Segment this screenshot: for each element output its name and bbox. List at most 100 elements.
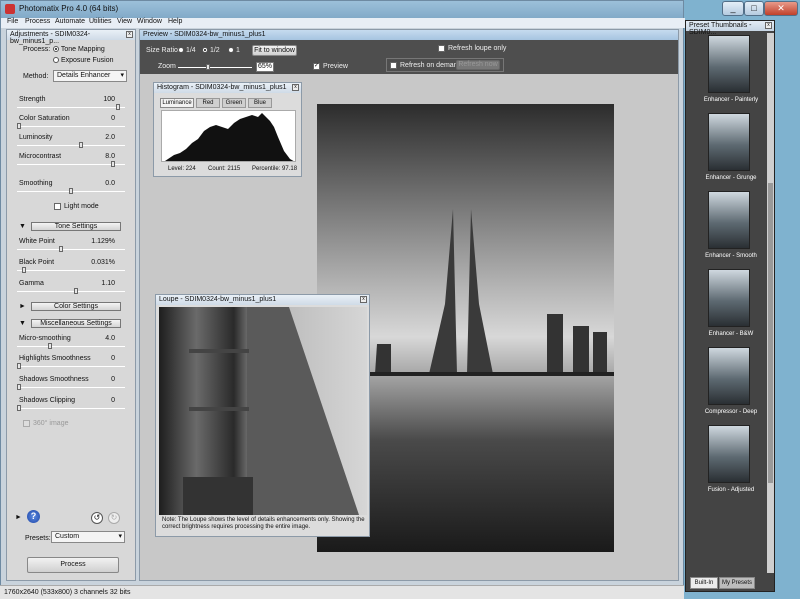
adjustments.sliders-track-3[interactable] <box>17 164 125 165</box>
zoom-value[interactable]: 65% <box>256 62 274 72</box>
adjustments.tone_sliders-thumb-1[interactable] <box>22 267 27 273</box>
adjustments.misc_sliders-thumb-3[interactable] <box>17 405 21 411</box>
scrollbar-thumb[interactable] <box>768 183 773 483</box>
adjustments.misc_sliders-track-1[interactable] <box>17 366 125 367</box>
zoom-thumb[interactable] <box>206 64 210 70</box>
histogram-tab-blue[interactable]: Blue <box>248 98 272 108</box>
image-360-checkbox[interactable] <box>23 420 30 427</box>
process-option-exposure-fusion[interactable]: Exposure Fusion <box>53 57 113 64</box>
size-ratio-quarter[interactable]: 1/4 <box>178 47 196 54</box>
adjustments.sliders-track-0[interactable] <box>17 107 125 108</box>
size-ratio-full[interactable]: 1 <box>228 47 240 54</box>
histogram-count: Count: 2115 <box>208 166 241 172</box>
presets-panel-close-icon[interactable]: x <box>765 22 772 29</box>
adjustments-close-icon[interactable]: x <box>126 31 133 38</box>
expand-arrow-icon[interactable]: ► <box>15 514 22 521</box>
menu-file[interactable]: File <box>7 18 18 25</box>
adjustments.tone_sliders-thumb-2[interactable] <box>74 288 79 294</box>
adjustments.tone_sliders-track-1[interactable] <box>17 270 125 271</box>
histogram-tab-luminance[interactable]: Luminance <box>160 98 194 108</box>
loupe-scene-svg <box>183 307 359 515</box>
color-settings-button[interactable]: Color Settings <box>31 302 121 311</box>
histogram-percentile: Percentile: 97.18 <box>252 166 298 172</box>
image-360-label: 360° image <box>33 420 69 427</box>
adjustments.sliders-thumb-0[interactable] <box>115 104 120 110</box>
zoom-track[interactable] <box>178 67 252 68</box>
preset-thumbnail-1[interactable] <box>708 113 750 171</box>
menu-process[interactable]: Process <box>25 18 50 25</box>
close-button[interactable]: ✕ <box>764 1 798 16</box>
preset-thumbnail-2[interactable] <box>708 191 750 249</box>
presets-tab-my-presets[interactable]: My Presets <box>719 577 755 589</box>
refresh-now-button[interactable]: Refresh now <box>456 60 500 70</box>
preset-thumbnail-3[interactable] <box>708 269 750 327</box>
preset-thumbnail-0[interactable] <box>708 35 750 93</box>
adjustments.sliders-track-1[interactable] <box>17 126 125 127</box>
refresh-loupe-checkbox[interactable] <box>438 45 445 52</box>
adjustments.sliders-thumb-4[interactable] <box>69 188 73 194</box>
presets-scrollbar[interactable] <box>767 33 774 573</box>
histogram-tab-green[interactable]: Green <box>222 98 246 108</box>
method-select[interactable]: Details Enhancer ▾ <box>53 70 127 82</box>
adjustments.tone_sliders-track-2[interactable] <box>17 291 125 292</box>
loupe-image <box>159 307 367 515</box>
adjustments.tone_sliders-label-1: Black Point <box>19 259 55 266</box>
fit-to-window-button[interactable]: Fit to window <box>252 45 297 56</box>
adjustments.tone_sliders-thumb-0[interactable] <box>58 246 63 252</box>
misc-settings-expand-icon[interactable]: ▼ <box>19 320 26 327</box>
maximize-button[interactable]: □ <box>744 1 764 16</box>
radio-icon[interactable] <box>202 47 208 54</box>
size-ratio-half[interactable]: 1/2 <box>202 47 220 54</box>
adjustments.misc_sliders-track-2[interactable] <box>17 387 125 388</box>
preview-checkbox[interactable]: ✓ <box>313 63 320 70</box>
minimize-button[interactable]: _ <box>722 1 744 16</box>
method-label: Method: <box>23 73 49 80</box>
histogram-tab-red[interactable]: Red <box>196 98 220 108</box>
adjustments.misc_sliders-thumb-1[interactable] <box>17 363 21 369</box>
help-icon[interactable]: ? <box>27 510 40 523</box>
tone-mapping-radio-icon[interactable] <box>53 46 59 53</box>
zoom-label: Zoom <box>158 63 176 70</box>
menu-bar: File Process Automate Utilities View Win… <box>1 18 685 28</box>
tone-settings-button[interactable]: Tone Settings <box>31 222 121 231</box>
preset-label-5: Fusion - Adjusted <box>707 487 755 493</box>
loupe-note: Note: The Loupe shows the level of detai… <box>162 517 365 530</box>
presets-select[interactable]: Custom ▾ <box>51 531 125 543</box>
presets-panel-title: Preset Thumbnails - SDIM0... <box>686 21 774 36</box>
exposure-fusion-radio-icon[interactable] <box>53 57 59 64</box>
adjustments.tone_sliders-track-0[interactable] <box>17 249 125 250</box>
adjustments.misc_sliders-value-1: 0 <box>111 355 115 362</box>
menu-view[interactable]: View <box>117 18 132 25</box>
radio-icon[interactable] <box>178 47 184 54</box>
window-titlebar: Photomatix Pro 4.0 (64 bits) <box>1 1 683 18</box>
menu-automate[interactable]: Automate <box>55 18 85 25</box>
histogram-close-icon[interactable]: x <box>292 84 299 91</box>
presets-tab-builtin[interactable]: Built-In <box>690 577 718 589</box>
adjustments.misc_sliders-thumb-2[interactable] <box>17 384 21 390</box>
misc-settings-button[interactable]: Miscellaneous Settings <box>31 319 121 328</box>
adjustments.sliders-thumb-3[interactable] <box>110 161 115 167</box>
adjustments.misc_sliders-track-0[interactable] <box>17 346 125 347</box>
process-option-tone-mapping[interactable]: Tone Mapping <box>53 46 105 53</box>
adjustments.sliders-track-2[interactable] <box>17 145 125 146</box>
adjustments.misc_sliders-track-3[interactable] <box>17 408 125 409</box>
adjustments.sliders-thumb-2[interactable] <box>79 142 84 148</box>
adjustments.misc_sliders-thumb-0[interactable] <box>48 343 53 349</box>
process-button[interactable]: Process <box>27 557 119 573</box>
preset-thumbnails-panel: Preset Thumbnails - SDIM0... x Enhancer … <box>685 20 775 592</box>
color-settings-expand-icon[interactable]: ► <box>19 303 26 310</box>
radio-icon[interactable] <box>228 47 234 54</box>
menu-window[interactable]: Window <box>137 18 162 25</box>
adjustments.sliders-thumb-1[interactable] <box>17 123 21 129</box>
undo-icon[interactable]: ↺ <box>91 512 103 524</box>
menu-help[interactable]: Help <box>168 18 182 25</box>
preset-thumbnail-5[interactable] <box>708 425 750 483</box>
light-mode-checkbox[interactable] <box>54 203 61 210</box>
tone-settings-expand-icon[interactable]: ▼ <box>19 223 26 230</box>
preset-thumbnail-4[interactable] <box>708 347 750 405</box>
redo-icon[interactable]: ↻ <box>108 512 120 524</box>
refresh-demand-checkbox[interactable] <box>390 62 397 69</box>
loupe-close-icon[interactable]: x <box>360 296 367 303</box>
size-ratio-label: Size Ratio: <box>146 47 180 54</box>
menu-utilities[interactable]: Utilities <box>89 18 112 25</box>
